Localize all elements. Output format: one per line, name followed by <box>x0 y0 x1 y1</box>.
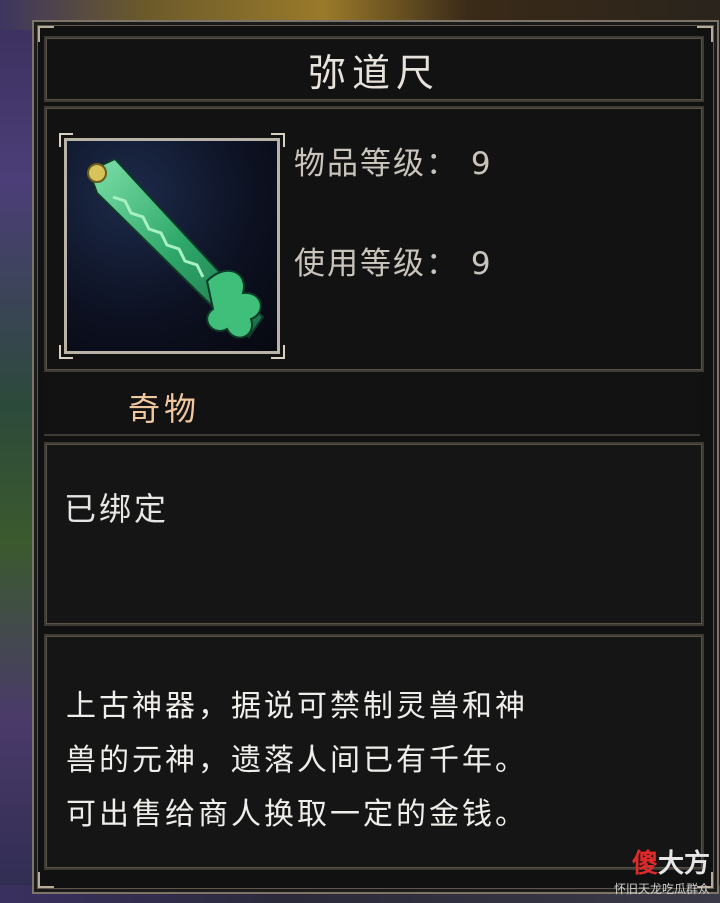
description-line: 可出售给商人换取一定的金钱。 <box>66 797 528 832</box>
watermark-sub: 怀旧天龙吃瓜群众 <box>613 882 710 896</box>
item-tooltip: 弥道尺 物品等级： 9 使用等级： 9 奇物 已绑定 上古神器，据说可禁制灵兽和… <box>32 20 719 894</box>
item-level-label: 物品等级： <box>294 146 459 182</box>
item-level-row: 物品等级： 9 <box>294 138 493 183</box>
description-line: 上古神器，据说可禁制灵兽和神 <box>66 689 528 724</box>
item-icon-slot <box>59 133 285 359</box>
item-level-value: 9 <box>470 146 493 182</box>
item-info-box: 物品等级： 9 使用等级： 9 <box>44 106 704 372</box>
item-category-row: 奇物 <box>44 374 700 436</box>
item-category: 奇物 <box>128 390 201 428</box>
watermark-brand: 傻大方 <box>631 849 710 879</box>
bind-status-box: 已绑定 <box>44 442 704 626</box>
use-level-row: 使用等级： 9 <box>294 238 493 283</box>
bind-status: 已绑定 <box>64 490 170 528</box>
item-description-box: 上古神器，据说可禁制灵兽和神 兽的元神，遗落人间已有千年。 可出售给商人换取一定… <box>44 634 704 870</box>
item-title-bar: 弥道尺 <box>44 36 704 102</box>
frame-corner <box>38 872 54 888</box>
item-description: 上古神器，据说可禁制灵兽和神 兽的元神，遗落人间已有千年。 可出售给商人换取一定… <box>66 680 686 842</box>
jade-ruler-weapon-icon <box>87 157 265 339</box>
watermark: 傻大方 怀旧天龙吃瓜群众 <box>614 843 710 897</box>
use-level-label: 使用等级： <box>294 246 459 282</box>
item-name: 弥道尺 <box>307 50 440 95</box>
description-line: 兽的元神，遗落人间已有千年。 <box>66 743 528 778</box>
use-level-value: 9 <box>470 246 493 282</box>
